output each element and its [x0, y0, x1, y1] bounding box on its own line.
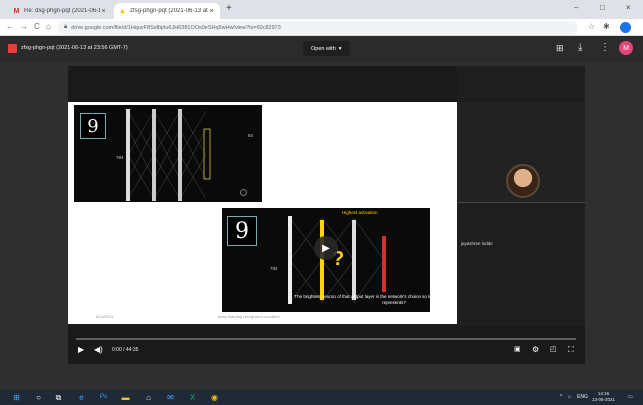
open-with-button[interactable]: Open with ▾	[303, 41, 350, 56]
slide-footer-mid: deep learning recognized numbers	[218, 314, 280, 319]
back-icon[interactable]: ←	[6, 22, 14, 31]
account-avatar[interactable]: M	[619, 41, 633, 55]
drive-icon: ▲	[119, 7, 126, 15]
tray-chevron-icon[interactable]: ^	[560, 394, 562, 400]
add-comment-icon[interactable]: ⊞	[556, 43, 564, 53]
player-controls: ▶ ◀) 0:00 / 44:35 ▣ ⚙ ◰ ⛶	[68, 334, 585, 364]
close-tab-icon[interactable]: ×	[208, 8, 215, 15]
close-tab-icon[interactable]: ×	[100, 8, 107, 15]
search-icon[interactable]: ○	[34, 393, 43, 402]
center-play-button[interactable]: ▶	[314, 236, 338, 260]
address-bar-row: ← → C ⌂ 🔒︎ drive.google.com/file/d/1Hquv…	[0, 19, 643, 36]
excel-icon[interactable]: X	[188, 393, 197, 402]
clock-date: 13-06-2021	[592, 397, 616, 402]
volume-icon[interactable]: ◀)	[94, 346, 103, 354]
digit-image: 9	[227, 216, 257, 246]
tab-title: Re: dsg-phgn-pqt (2021-06-13 at 23:56 GM…	[24, 8, 100, 14]
profile-avatar[interactable]	[620, 22, 631, 33]
output-count-label: 84	[248, 133, 254, 138]
participant-name: jayashree lodde	[461, 241, 493, 246]
play-icon[interactable]: ▶	[78, 346, 84, 354]
time-display: 0:00 / 44:35	[112, 347, 139, 353]
download-icon[interactable]: ⤓	[578, 43, 582, 53]
network-icon[interactable]: ⌂	[568, 394, 571, 400]
mail-icon[interactable]: ✉	[166, 393, 175, 402]
reload-icon[interactable]: C	[34, 22, 40, 31]
bookmark-star-icon[interactable]: ☆	[588, 22, 595, 31]
language-indicator[interactable]: ENG	[577, 394, 588, 400]
video-frame-slide: 9 784 84 9 784 Highest activation ? 6/14…	[68, 102, 457, 324]
tab-title: zfsg-phgn-pqt (2021-06-13 at 23:56 GMT-7…	[130, 8, 208, 14]
windows-start-icon[interactable]: ⊞	[12, 393, 21, 402]
miniplayer-icon[interactable]: ◰	[550, 346, 557, 354]
forward-icon[interactable]: →	[20, 22, 28, 31]
participant-tile-empty	[457, 66, 585, 102]
url-text: drive.google.com/file/d/1HquvF8Ssfbjdu6J…	[71, 24, 281, 31]
drive-viewer: zfsg-phgn-pqt (2021-06-13 at 23:56 GMT-7…	[0, 36, 643, 390]
minimize-button[interactable]: –	[574, 3, 578, 12]
participant-tile-empty	[457, 204, 585, 326]
url-input[interactable]: 🔒︎ drive.google.com/file/d/1HquvF8Ssfbjd…	[58, 21, 578, 34]
notification-icon[interactable]: ▭	[628, 394, 633, 400]
new-tab-button[interactable]: +	[226, 3, 232, 14]
input-count-label: 784	[116, 155, 124, 160]
task-view-icon[interactable]: ⧉	[54, 393, 63, 402]
windows-taskbar: ⊞ ○ ⧉ e Ps ▬ ⌂ ✉ X ◉ ^ ⌂ ENG 14:16 13-06…	[0, 390, 643, 405]
photoshop-icon[interactable]: Ps	[99, 393, 108, 402]
captions-icon[interactable]: ▣	[514, 346, 521, 354]
maximize-button[interactable]: □	[600, 3, 605, 12]
network-panel-top: 9 784 84	[74, 105, 262, 202]
screen: M Re: dsg-phgn-pqt (2021-06-13 at 23:56 …	[0, 0, 643, 405]
participant-panel: jayashree lodde	[457, 66, 585, 326]
video-file-icon	[8, 44, 17, 53]
edge-icon[interactable]: e	[77, 393, 86, 402]
chevron-down-icon: ▾	[338, 45, 342, 52]
file-explorer-icon[interactable]: ▬	[121, 393, 130, 402]
input-count-label: 784	[270, 266, 278, 271]
tab-drive[interactable]: ▲ zfsg-phgn-pqt (2021-06-13 at 23:56 GMT…	[114, 3, 220, 19]
loading-icon	[240, 189, 247, 196]
divider	[457, 202, 585, 203]
store-icon[interactable]: ⌂	[144, 393, 153, 402]
open-with-label: Open with	[311, 45, 336, 52]
viewer-header: zfsg-phgn-pqt (2021-06-13 at 23:56 GMT-7…	[0, 36, 643, 62]
browser-tab-strip: M Re: dsg-phgn-pqt (2021-06-13 at 23:56 …	[0, 0, 643, 19]
close-window-button[interactable]: ×	[626, 3, 631, 12]
lock-icon: 🔒︎	[64, 24, 68, 30]
slide-footer-left: 6/14/2021	[96, 314, 114, 319]
extensions-icon[interactable]: ✱	[603, 22, 610, 31]
video-player[interactable]: 9 784 84 9 784 Highest activation ? 6/14…	[68, 66, 585, 364]
chrome-icon[interactable]: ◉	[210, 393, 219, 402]
settings-icon[interactable]: ⚙	[532, 346, 539, 354]
file-name: zfsg-phgn-pqt (2021-06-13 at 23:56 GMT-7…	[21, 45, 128, 51]
progress-bar[interactable]	[76, 338, 576, 340]
gmail-icon: M	[13, 7, 20, 15]
home-icon[interactable]: ⌂	[46, 22, 51, 31]
taskbar-clock[interactable]: 14:16 13-06-2021	[592, 391, 615, 403]
more-vert-icon[interactable]: ⋮	[600, 43, 610, 53]
fullscreen-icon[interactable]: ⛶	[568, 346, 574, 354]
highlight-label: Highest activation	[342, 210, 378, 215]
network-diagram	[126, 109, 211, 201]
tab-gmail[interactable]: M Re: dsg-phgn-pqt (2021-06-13 at 23:56 …	[8, 3, 112, 19]
digit-image: 9	[80, 113, 106, 139]
participant-avatar	[506, 164, 540, 198]
